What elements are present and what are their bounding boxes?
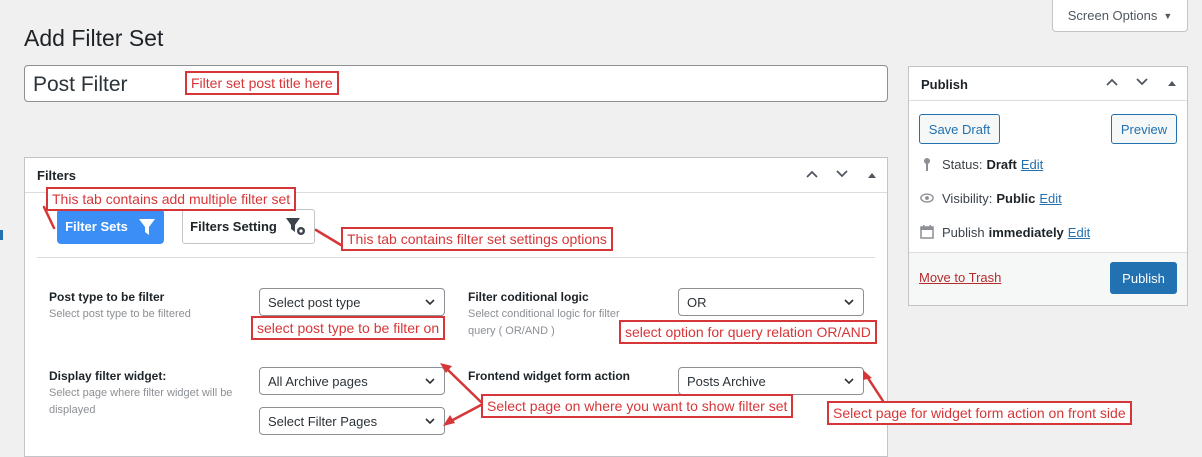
- chevron-down-icon: [425, 299, 435, 306]
- status-row: Status: Draft Edit: [920, 156, 1043, 172]
- publish-label: Publish: [942, 224, 985, 240]
- screen-options-label: Screen Options: [1067, 8, 1158, 23]
- tab-filter-sets-label: Filter Sets: [65, 219, 128, 234]
- page-title: Add Filter Set: [24, 25, 164, 51]
- annotation-tab-settings: This tab contains filter set settings op…: [341, 227, 613, 251]
- publish-edit-link[interactable]: Edit: [1068, 225, 1090, 240]
- tab-filters-setting-label: Filters Setting: [190, 219, 277, 234]
- annotation-title: Filter set post title here: [185, 71, 339, 95]
- toggle-panel-icon[interactable]: [1164, 76, 1180, 90]
- logic-select[interactable]: OR: [678, 288, 864, 316]
- logic-label: Filter coditional logic: [468, 290, 589, 304]
- tabs-divider: [37, 257, 875, 258]
- form-action-select[interactable]: Posts Archive: [678, 367, 864, 395]
- post-type-label: Post type to be filter: [49, 290, 165, 304]
- chevron-down-icon: [425, 418, 435, 425]
- eye-icon: [920, 190, 934, 206]
- annotation-show-filter: Select page on where you want to show fi…: [481, 394, 794, 418]
- status-edit-link[interactable]: Edit: [1021, 157, 1043, 172]
- publish-button[interactable]: Publish: [1110, 262, 1177, 294]
- tab-filters-setting[interactable]: Filters Setting: [182, 209, 315, 244]
- post-type-select-value: Select post type: [268, 294, 361, 310]
- display-widget-description: Select page where filter widget will be …: [49, 387, 233, 416]
- annotation-query-relation: select option for query relation OR/AND: [619, 320, 877, 344]
- publish-value: immediately: [988, 224, 1064, 240]
- visibility-row: Visibility: Public Edit: [920, 190, 1062, 206]
- chevron-down-icon: [844, 378, 854, 385]
- publish-box-title: Publish: [921, 77, 968, 92]
- visibility-label: Visibility:: [942, 190, 993, 206]
- publish-time-row: Publish immediately Edit: [920, 224, 1090, 240]
- annotation-post-type: select post type to be filter on: [251, 316, 446, 340]
- move-down-icon[interactable]: [834, 168, 850, 182]
- display-widget-label: Display filter widget:: [49, 369, 167, 383]
- visibility-edit-link[interactable]: Edit: [1039, 191, 1061, 206]
- form-action-select-value: Posts Archive: [687, 373, 766, 389]
- funnel-gear-icon: [285, 217, 305, 235]
- filters-box-title: Filters: [37, 168, 77, 183]
- publish-header-divider: [909, 100, 1187, 101]
- funnel-icon: [138, 218, 155, 235]
- move-to-trash-link[interactable]: Move to Trash: [919, 270, 1001, 285]
- chevron-down-icon: [844, 299, 854, 306]
- visibility-value: Public: [996, 190, 1036, 206]
- move-down-icon[interactable]: [1134, 76, 1150, 90]
- status-value: Draft: [986, 156, 1017, 172]
- filters-box-controls: [804, 168, 880, 182]
- filter-pages-select[interactable]: Select Filter Pages: [259, 407, 445, 435]
- display-widget-select[interactable]: All Archive pages: [259, 367, 445, 395]
- annotation-tab-sets: This tab contains add multiple filter se…: [46, 187, 297, 211]
- display-widget-select-value: All Archive pages: [268, 373, 368, 389]
- post-title-input[interactable]: Post Filter: [24, 65, 888, 102]
- move-up-icon[interactable]: [804, 168, 820, 182]
- publish-box-controls: [1104, 76, 1180, 90]
- chevron-down-icon: [425, 378, 435, 385]
- status-label: Status:: [942, 156, 983, 172]
- save-draft-button[interactable]: Save Draft: [919, 114, 1000, 144]
- filter-pages-select-value: Select Filter Pages: [268, 413, 378, 429]
- annotation-form-action: Select page for widget form action on fr…: [827, 401, 1132, 425]
- preview-button[interactable]: Preview: [1111, 114, 1177, 144]
- pin-icon: [920, 156, 934, 172]
- calendar-icon: [920, 224, 934, 240]
- caret-down-icon: ▼: [1163, 10, 1173, 21]
- left-edge-marker: [0, 230, 3, 240]
- logic-select-value: OR: [687, 294, 707, 310]
- move-up-icon[interactable]: [1104, 76, 1120, 90]
- form-action-label: Frontend widget form action: [468, 369, 630, 383]
- screen-options-button[interactable]: Screen Options ▼: [1052, 0, 1188, 32]
- tab-filter-sets[interactable]: Filter Sets: [57, 209, 164, 244]
- toggle-panel-icon[interactable]: [864, 168, 880, 182]
- post-type-select[interactable]: Select post type: [259, 288, 445, 316]
- post-type-description: Select post type to be filtered: [49, 308, 191, 320]
